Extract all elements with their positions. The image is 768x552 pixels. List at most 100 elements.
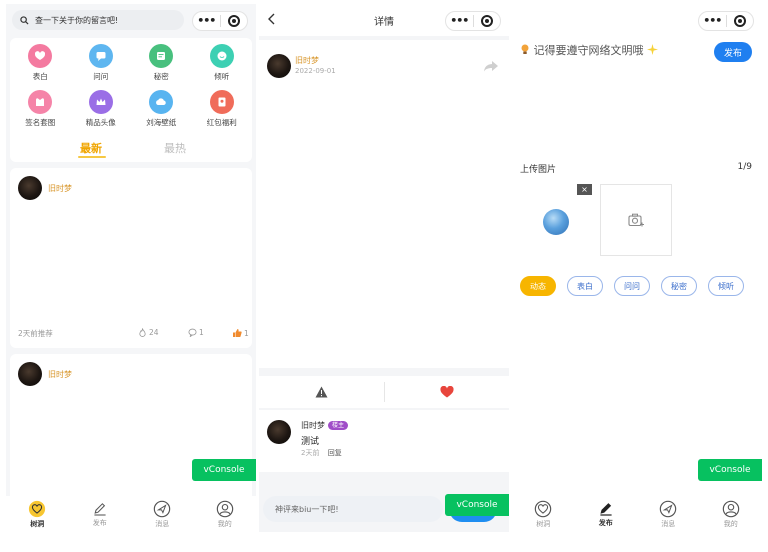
post-card[interactable]: 旧时梦 <box>10 354 252 504</box>
vconsole-button[interactable]: vConsole <box>192 459 256 481</box>
tabbar-item-publish[interactable]: 发布 <box>69 496 132 532</box>
heart-icon <box>440 386 454 398</box>
redpacket-icon <box>209 90 234 114</box>
publish-button[interactable]: 发布 <box>714 42 752 62</box>
tab-hot[interactable]: 最热 <box>164 140 186 156</box>
search-input[interactable]: 查一下关于你的留言吧! <box>12 10 184 30</box>
category-item[interactable]: 签名套图 <box>10 90 71 128</box>
category-label: 签名套图 <box>25 118 56 127</box>
category-chip[interactable]: 动态 <box>520 276 556 296</box>
report-button[interactable] <box>259 386 384 398</box>
user-icon <box>722 500 739 517</box>
user-icon <box>216 500 233 517</box>
vconsole-button[interactable]: vConsole <box>698 459 762 481</box>
avatar[interactable] <box>267 54 291 78</box>
category-item[interactable]: 问问 <box>71 44 132 82</box>
pen-icon <box>600 502 612 516</box>
action-bar <box>259 376 509 408</box>
avatar[interactable] <box>267 420 291 444</box>
comment-author[interactable]: 旧时梦 <box>301 421 325 430</box>
category-item[interactable]: 红包福利 <box>192 90 253 128</box>
like-count[interactable]: 1 <box>232 328 249 338</box>
pen-icon <box>94 502 106 516</box>
tabbar-label: 我的 <box>723 519 738 528</box>
avatar[interactable] <box>18 362 42 386</box>
category-item[interactable]: 精品头像 <box>71 90 132 128</box>
tabbar-item-treehole[interactable]: 树洞 <box>6 496 69 532</box>
target-icon <box>733 15 746 27</box>
comment-meta: 2天前 回复 <box>301 448 342 458</box>
category-chip[interactable]: 问问 <box>614 276 650 296</box>
share-icon[interactable] <box>483 60 499 72</box>
upload-count: 1/9 <box>737 162 752 172</box>
category-chip[interactable]: 倾听 <box>708 276 744 296</box>
post-author[interactable]: 旧时梦 <box>48 369 72 380</box>
cloud-icon <box>149 90 174 114</box>
like-button[interactable] <box>385 386 510 398</box>
category-card: 表白 问问 秘密 倾听签名套图 精品头像 刘海壁纸 红包福利 最新 最热 <box>10 38 252 162</box>
message-icon <box>660 500 677 517</box>
tab-latest[interactable]: 最新 <box>80 140 102 156</box>
category-item[interactable]: 秘密 <box>131 44 192 82</box>
category-label: 红包福利 <box>206 118 237 127</box>
owner-badge: 楼主 <box>328 421 349 430</box>
comment-count-value: 1 <box>199 328 204 337</box>
tabbar-label: 发布 <box>92 518 107 527</box>
add-image-button[interactable] <box>600 184 672 256</box>
more-icon[interactable]: ••• <box>193 12 220 30</box>
comment-time: 2天前 <box>301 449 320 457</box>
comment-item: 旧时梦 楼主 测试 2天前 回复 <box>259 410 509 472</box>
post-date: 2022-09-01 <box>295 67 336 75</box>
mini-program-capsule[interactable]: ••• <box>445 11 501 31</box>
delete-image-button[interactable]: × <box>577 184 592 195</box>
gallery-icon <box>28 90 53 114</box>
tabbar-item-me[interactable]: 我的 <box>700 496 763 532</box>
post-card[interactable]: 旧时梦 2天前推荐 24 1 1 <box>10 168 252 348</box>
tabbar-item-me[interactable]: 我的 <box>194 496 257 532</box>
post-author[interactable]: 旧时梦 <box>48 183 72 194</box>
tabbar-item-messages[interactable]: 消息 <box>131 496 194 532</box>
more-icon[interactable]: ••• <box>446 12 473 30</box>
tabbar-item-treehole[interactable]: 树洞 <box>512 496 575 532</box>
avatar[interactable] <box>18 176 42 200</box>
home-screen: 查一下关于你的留言吧! ••• 表白 问问 秘密 倾听签名套图 精品头像 刘海壁纸 红包福利… <box>6 4 256 532</box>
publish-screen: ••• 记得要遵守网络文明哦 发布 上传图片 1/9 × 动态 表白 问问 秘密 倾听 … <box>512 4 762 532</box>
category-item[interactable]: 表白 <box>10 44 71 82</box>
category-chip[interactable]: 表白 <box>567 276 603 296</box>
reply-button[interactable]: 回复 <box>328 449 342 457</box>
tabbar-item-messages[interactable]: 消息 <box>637 496 700 532</box>
category-grid: 表白 问问 秘密 倾听签名套图 精品头像 刘海壁纸 红包福利 <box>10 44 252 128</box>
mini-program-capsule[interactable]: ••• <box>192 11 248 31</box>
warning-icon <box>315 386 328 398</box>
category-item[interactable]: 倾听 <box>192 44 253 82</box>
tabbar-item-publish[interactable]: 发布 <box>575 496 638 532</box>
category-label: 倾听 <box>214 72 230 81</box>
comment-input[interactable]: 神评来biu一下吧! <box>263 496 443 522</box>
camera-add-icon <box>628 213 644 227</box>
category-label: 秘密 <box>153 72 169 81</box>
post-author[interactable]: 旧时梦 <box>295 55 319 66</box>
navbar: 详情 ••• <box>259 4 509 36</box>
close-miniprogram-button[interactable] <box>221 15 248 27</box>
uploaded-image[interactable] <box>520 186 592 258</box>
image-thumbnail <box>543 209 569 235</box>
post-time: 2天前推荐 <box>18 329 53 338</box>
message-icon <box>154 500 171 517</box>
more-icon[interactable]: ••• <box>699 12 726 30</box>
notice-text: 记得要遵守网络文明哦 <box>533 44 644 57</box>
stage: 查一下关于你的留言吧! ••• 表白 问问 秘密 倾听 签名套图 精品头像 刘海壁纸 红包福利… <box>0 0 768 552</box>
mini-program-capsule[interactable]: ••• <box>698 11 754 31</box>
comment-author-row: 旧时梦 楼主 <box>301 420 349 431</box>
crown-icon <box>88 90 113 114</box>
comment-count[interactable]: 1 <box>188 328 204 337</box>
post-meta: 2天前推荐 24 1 1 <box>18 328 249 340</box>
heart-icon <box>28 44 53 68</box>
comment-text: 测试 <box>301 437 320 447</box>
target-icon <box>227 15 240 27</box>
close-miniprogram-button[interactable] <box>474 15 501 27</box>
category-item[interactable]: 刘海壁纸 <box>131 90 192 128</box>
close-miniprogram-button[interactable] <box>727 15 754 27</box>
vconsole-button[interactable]: vConsole <box>445 494 509 516</box>
category-chip[interactable]: 秘密 <box>661 276 697 296</box>
like-count-value: 1 <box>244 328 249 338</box>
